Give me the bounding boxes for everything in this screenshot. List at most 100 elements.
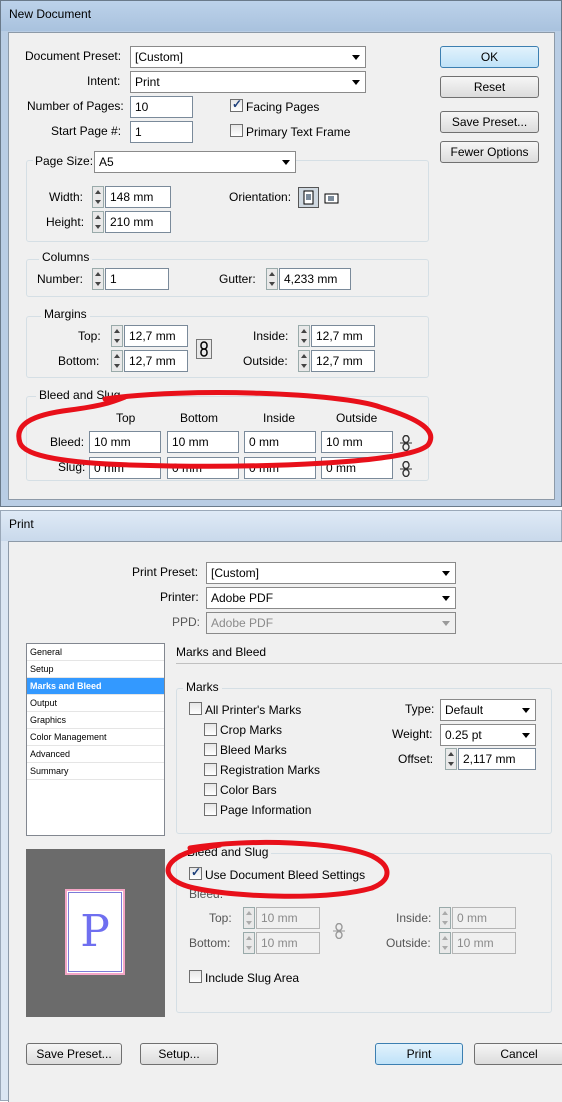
new-document-window: New Document Document Preset: [Custom] I… — [0, 0, 562, 507]
margin-outside-input[interactable]: 12,7 mm — [311, 350, 375, 372]
slug-bottom-input[interactable]: 0 mm — [167, 457, 239, 479]
print-button[interactable]: Print — [375, 1043, 463, 1065]
margin-inside-input[interactable]: 12,7 mm — [311, 325, 375, 347]
slug-outside-input[interactable]: 0 mm — [321, 457, 393, 479]
facing-pages-checkbox[interactable] — [230, 97, 243, 112]
print-bleed-outside-stepper[interactable] — [439, 932, 451, 954]
printer-select[interactable]: Adobe PDF — [206, 587, 456, 609]
print-bleed-bottom-stepper[interactable] — [243, 932, 255, 954]
columns-number-stepper[interactable] — [92, 268, 104, 290]
intent-select[interactable]: Print — [130, 71, 366, 93]
print-bleed-top-input[interactable]: 10 mm — [256, 907, 320, 929]
print-preset-value: [Custom] — [211, 566, 260, 580]
registration-marks-checkbox[interactable] — [204, 763, 217, 776]
gutter-stepper[interactable] — [266, 268, 278, 290]
print-bleed-bottom-input[interactable]: 10 mm — [256, 932, 320, 954]
header-divider — [176, 663, 562, 664]
margin-bottom-stepper[interactable] — [111, 350, 123, 372]
bleed-marks-checkbox[interactable] — [204, 743, 217, 756]
intent-value: Print — [135, 75, 160, 89]
margin-top-stepper[interactable] — [111, 325, 123, 347]
save-preset-button[interactable]: Save Preset... — [440, 111, 539, 133]
all-printers-marks-label: All Printer's Marks — [205, 703, 302, 717]
bleed-col-bottom: Bottom — [180, 411, 219, 425]
width-input[interactable]: 148 mm — [105, 186, 171, 208]
setup-button[interactable]: Setup... — [140, 1043, 218, 1065]
start-page-input[interactable]: 1 — [130, 121, 193, 143]
ppd-label: PPD: — [172, 615, 201, 629]
page-size-select[interactable]: A5 — [94, 151, 296, 173]
nav-item-setup[interactable]: Setup — [27, 661, 164, 678]
ppd-select[interactable]: Adobe PDF — [206, 612, 456, 634]
print-bleed-inside-input[interactable]: 0 mm — [452, 907, 516, 929]
print-category-list: General Setup Marks and Bleed Output Gra… — [26, 643, 165, 836]
margin-outside-stepper[interactable] — [298, 350, 310, 372]
cancel-button[interactable]: Cancel — [474, 1043, 562, 1065]
bleed-link-icon[interactable] — [400, 434, 412, 452]
landscape-orientation-icon[interactable] — [322, 189, 340, 207]
nav-item-advanced[interactable]: Advanced — [27, 746, 164, 763]
nav-item-output[interactable]: Output — [27, 695, 164, 712]
fewer-options-button[interactable]: Fewer Options — [440, 141, 539, 163]
nav-item-marks-and-bleed[interactable]: Marks and Bleed — [27, 678, 164, 695]
ppd-value: Adobe PDF — [211, 616, 274, 630]
print-bleed-inside-stepper[interactable] — [439, 907, 451, 929]
primary-text-frame-checkbox[interactable] — [230, 124, 243, 137]
chevron-down-icon — [522, 708, 530, 713]
slug-link-icon[interactable] — [400, 460, 412, 478]
margin-top-input[interactable]: 12,7 mm — [124, 325, 188, 347]
gutter-input[interactable]: 4,233 mm — [279, 268, 351, 290]
print-bleed-link-icon[interactable] — [333, 922, 345, 940]
color-bars-checkbox[interactable] — [204, 783, 217, 796]
bleed-top-input[interactable]: 10 mm — [89, 431, 161, 453]
gutter-label: Gutter: — [219, 272, 256, 286]
slug-inside-input[interactable]: 0 mm — [244, 457, 316, 479]
offset-stepper[interactable] — [445, 748, 457, 770]
slug-top-input[interactable]: 0 mm — [89, 457, 161, 479]
offset-input[interactable]: 2,117 mm — [458, 748, 536, 770]
portrait-orientation-icon[interactable] — [298, 187, 319, 208]
use-document-bleed-checkbox[interactable] — [189, 865, 202, 880]
nav-item-general[interactable]: General — [27, 644, 164, 661]
document-preset-label: Document Preset: — [25, 49, 122, 63]
document-preset-select[interactable]: [Custom] — [130, 46, 366, 68]
weight-select[interactable]: 0.25 pt — [440, 724, 536, 746]
margin-bottom-input[interactable]: 12,7 mm — [124, 350, 188, 372]
ok-button[interactable]: OK — [440, 46, 539, 68]
include-slug-checkbox[interactable] — [189, 970, 202, 983]
reset-button[interactable]: Reset — [440, 76, 539, 98]
print-preset-select[interactable]: [Custom] — [206, 562, 456, 584]
link-chain-icon[interactable] — [196, 339, 212, 359]
margin-outside-label: Outside: — [243, 354, 288, 368]
print-bleed-top-stepper[interactable] — [243, 907, 255, 929]
columns-number-input[interactable]: 1 — [105, 268, 169, 290]
nav-item-color-management[interactable]: Color Management — [27, 729, 164, 746]
print-bleed-bottom-label: Bottom: — [189, 936, 231, 950]
height-stepper[interactable] — [92, 211, 104, 233]
margin-bottom-label: Bottom: — [58, 354, 100, 368]
page-information-checkbox[interactable] — [204, 803, 217, 816]
nav-item-graphics[interactable]: Graphics — [27, 712, 164, 729]
print-bleed-sublabel: Bleed: — [189, 887, 224, 901]
print-save-preset-button[interactable]: Save Preset... — [26, 1043, 122, 1065]
mark-type-select[interactable]: Default — [440, 699, 536, 721]
print-bleed-outside-label: Outside: — [386, 936, 431, 950]
document-preset-value: [Custom] — [135, 50, 184, 64]
bleed-col-top: Top — [116, 411, 136, 425]
margin-inside-stepper[interactable] — [298, 325, 310, 347]
margins-title: Margins — [41, 307, 90, 321]
all-printers-marks-checkbox[interactable] — [189, 702, 202, 715]
number-of-pages-input[interactable]: 10 — [130, 96, 193, 118]
width-stepper[interactable] — [92, 186, 104, 208]
nav-item-summary[interactable]: Summary — [27, 763, 164, 780]
print-bleed-outside-input[interactable]: 10 mm — [452, 932, 516, 954]
bleed-outside-input[interactable]: 10 mm — [321, 431, 393, 453]
margin-inside-label: Inside: — [253, 329, 289, 343]
chevron-down-icon — [352, 80, 360, 85]
bleed-inside-input[interactable]: 0 mm — [244, 431, 316, 453]
height-input[interactable]: 210 mm — [105, 211, 171, 233]
bleed-bottom-input[interactable]: 10 mm — [167, 431, 239, 453]
crop-marks-checkbox[interactable] — [204, 723, 217, 736]
color-bars-label: Color Bars — [220, 783, 277, 797]
print-window: Print Print Preset: [Custom] Printer: Ad… — [0, 510, 562, 1102]
